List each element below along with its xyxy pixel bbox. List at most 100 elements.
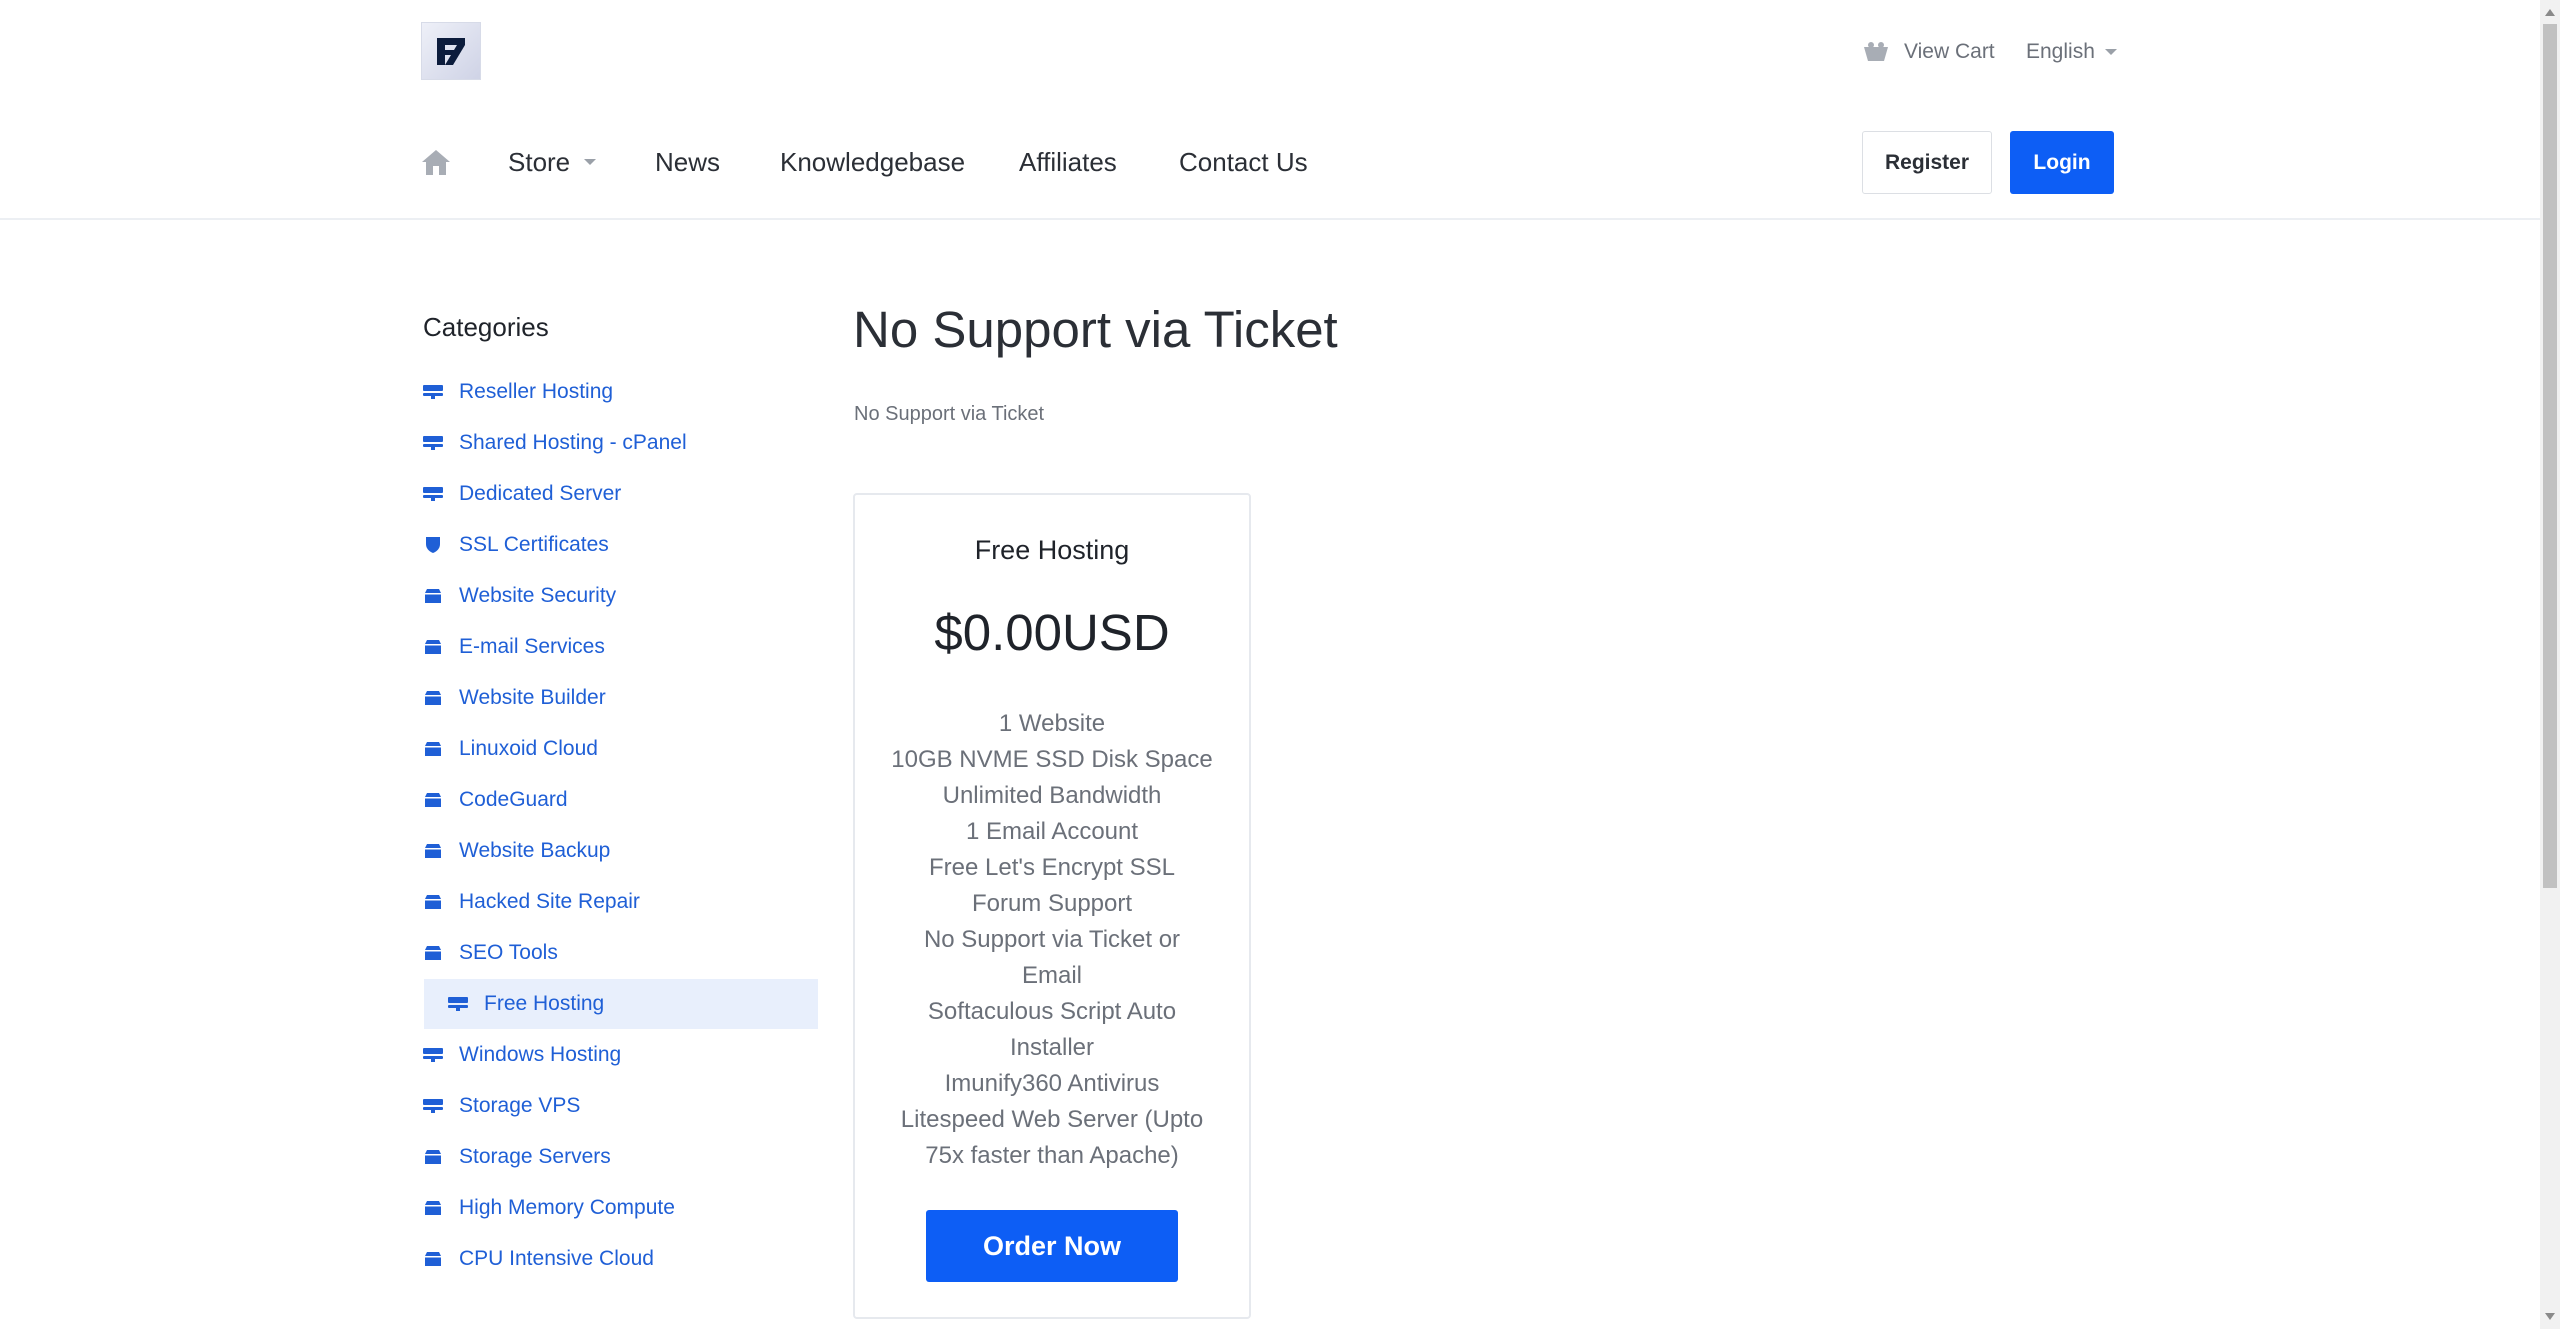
product-card: Free Hosting $0.00USD 1 Website 10GB NVME… — [853, 493, 1251, 1319]
sidebar-item-website-security[interactable]: Website Security — [423, 571, 817, 621]
nav-knowledgebase-label: Knowledgebase — [780, 146, 966, 177]
sidebar-item-label: Website Builder — [459, 686, 606, 709]
language-label: English — [2026, 40, 2095, 63]
box-icon — [423, 586, 443, 606]
sidebar-item-website-backup[interactable]: Website Backup — [423, 826, 817, 876]
sidebar-item-linuxoid-cloud[interactable]: Linuxoid Cloud — [423, 724, 817, 774]
sidebar-item-high-memory-compute[interactable]: High Memory Compute — [423, 1183, 817, 1233]
sidebar-item-label: High Memory Compute — [459, 1196, 675, 1219]
nav-affiliates[interactable]: Affiliates — [1019, 140, 1117, 184]
nav-affiliates-label: Affiliates — [1019, 146, 1117, 177]
categories-heading: Categories — [423, 312, 549, 342]
nav-news[interactable]: News — [655, 140, 720, 184]
sidebar-item-codeguard[interactable]: CodeGuard — [423, 775, 817, 825]
site-logo[interactable] — [421, 22, 481, 80]
server-icon — [423, 1096, 443, 1116]
box-icon — [423, 1249, 443, 1269]
nav-store[interactable]: Store — [508, 140, 597, 184]
feature-item: Email — [1021, 962, 1082, 989]
box-icon — [423, 1147, 443, 1167]
feature-item: Installer — [1009, 1034, 1095, 1061]
page: View Cart English Store News Knowledgeba… — [0, 0, 2540, 1329]
box-icon — [423, 790, 443, 810]
nav-home[interactable] — [421, 148, 451, 176]
sidebar-item-label: SEO Tools — [459, 941, 558, 964]
sidebar-item-label: Reseller Hosting — [459, 380, 614, 403]
nav-contact-us[interactable]: Contact Us — [1179, 140, 1308, 184]
feature-list: 1 Website 10GB NVME SSD Disk Space Unlimit… — [885, 706, 1219, 1174]
language-selector[interactable]: English — [2026, 36, 2117, 68]
sidebar-item-hacked-site-repair[interactable]: Hacked Site Repair — [423, 877, 817, 927]
sidebar-item-label: Free Hosting — [484, 992, 605, 1015]
sidebar-item-shared-hosting-cpanel[interactable]: Shared Hosting - cPanel — [423, 418, 817, 468]
feature-item: 10GB NVME SSD Disk Space — [891, 746, 1213, 773]
page-subtitle: No Support via Ticket — [854, 403, 1045, 425]
nav-knowledgebase[interactable]: Knowledgebase — [780, 140, 965, 184]
sidebar-item-ssl-certificates[interactable]: SSL Certificates — [423, 520, 817, 570]
box-icon — [423, 688, 443, 708]
scroll-up-arrow-icon[interactable] — [2545, 9, 2555, 16]
cart-icon — [1864, 42, 1888, 61]
home-icon — [422, 150, 450, 175]
vertical-scrollbar[interactable] — [2540, 0, 2560, 1329]
sidebar-item-reseller-hosting[interactable]: Reseller Hosting — [423, 367, 817, 417]
sidebar-item-label: Shared Hosting - cPanel — [459, 431, 687, 454]
register-button[interactable]: Register — [1862, 131, 1992, 194]
sidebar-item-label: Windows Hosting — [459, 1043, 622, 1066]
sidebar-item-label: CPU Intensive Cloud — [459, 1247, 654, 1270]
sidebar-item-storage-servers[interactable]: Storage Servers — [423, 1132, 817, 1182]
server-icon — [448, 994, 468, 1014]
sidebar-item-label: Dedicated Server — [459, 482, 622, 505]
login-button[interactable]: Login — [2010, 131, 2114, 194]
shield-icon — [423, 535, 443, 555]
sidebar-item-windows-hosting[interactable]: Windows Hosting — [423, 1030, 817, 1080]
sidebar-item-seo-tools[interactable]: SEO Tools — [423, 928, 817, 978]
nav-store-label: Store — [508, 146, 571, 177]
server-icon — [423, 484, 443, 504]
server-icon — [423, 1045, 443, 1065]
header: View Cart English Store News Knowledgeba… — [0, 0, 2540, 220]
logo-mark-icon — [437, 38, 465, 65]
box-icon — [423, 943, 443, 963]
feature-item: Forum Support — [971, 890, 1133, 917]
server-icon — [423, 433, 443, 453]
sidebar-item-label: CodeGuard — [459, 788, 568, 811]
feature-item: No Support via Ticket or — [923, 926, 1181, 953]
sidebar-item-label: Storage Servers — [459, 1145, 611, 1168]
box-icon — [423, 1198, 443, 1218]
scrollbar-thumb[interactable] — [2543, 24, 2557, 888]
view-cart-link[interactable]: View Cart — [1862, 36, 1995, 68]
sidebar-item-label: E-mail Services — [459, 635, 605, 658]
feature-item: Softaculous Script Auto — [927, 998, 1177, 1025]
sidebar-item-website-builder[interactable]: Website Builder — [423, 673, 817, 723]
feature-item: Litespeed Web Server (Upto — [900, 1106, 1204, 1133]
feature-item: 1 Website — [998, 710, 1106, 737]
server-icon — [423, 382, 443, 402]
view-cart-label: View Cart — [1904, 40, 1995, 63]
sidebar-item-label: Hacked Site Repair — [459, 890, 640, 913]
feature-item: 75x faster than Apache) — [925, 1142, 1179, 1169]
box-icon — [423, 637, 443, 657]
sidebar-item-free-hosting[interactable]: Free Hosting — [424, 979, 818, 1029]
sidebar-item-dedicated-server[interactable]: Dedicated Server — [423, 469, 817, 519]
chevron-down-icon — [2104, 49, 2117, 55]
sidebar-item-label: Website Backup — [459, 839, 611, 862]
feature-item: Free Let's Encrypt SSL — [928, 854, 1176, 881]
product-name: Free Hosting — [974, 535, 1130, 565]
sidebar-item-storage-vps[interactable]: Storage VPS — [423, 1081, 817, 1131]
sidebar-item-label: Linuxoid Cloud — [459, 737, 598, 760]
product-price: $0.00USD — [934, 604, 1170, 661]
sidebar-item-label: Storage VPS — [459, 1094, 581, 1117]
box-icon — [423, 739, 443, 759]
scroll-down-arrow-icon[interactable] — [2545, 1313, 2555, 1320]
order-now-button[interactable]: Order Now — [926, 1210, 1178, 1282]
sidebar-item-label: SSL Certificates — [459, 533, 609, 556]
feature-item: 1 Email Account — [965, 818, 1139, 845]
nav-news-label: News — [655, 146, 721, 177]
sidebar-item-cpu-intensive-cloud[interactable]: CPU Intensive Cloud — [423, 1234, 817, 1284]
feature-item: Unlimited Bandwidth — [942, 782, 1162, 809]
box-icon — [423, 841, 443, 861]
sidebar-item-e-mail-services[interactable]: E-mail Services — [423, 622, 817, 672]
box-icon — [423, 892, 443, 912]
chevron-down-icon — [584, 159, 597, 165]
